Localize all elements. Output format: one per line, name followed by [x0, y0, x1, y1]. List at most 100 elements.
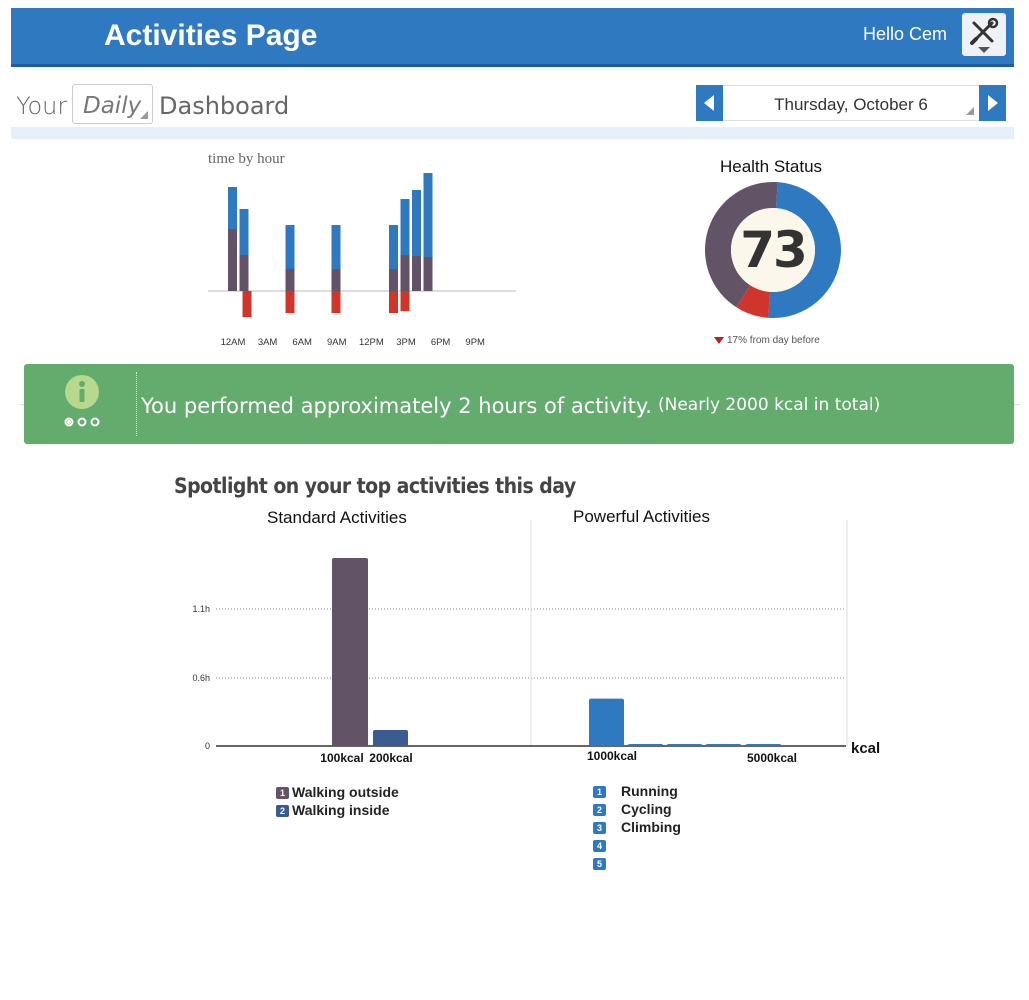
bar-segment: [412, 190, 421, 256]
x-tick-label: 100kcal: [320, 751, 363, 765]
time-by-hour-plot: 12AM 3AM 6AM 9AM 12PM 3PM 6PM 9PM: [208, 173, 516, 348]
banner-separator: [136, 372, 137, 436]
bar: [373, 730, 408, 746]
legend-item[interactable]: 2 Walking inside: [276, 802, 399, 820]
bar-segment: [331, 225, 341, 269]
health-score: 73: [740, 221, 806, 279]
select-corner-icon: [140, 111, 148, 119]
info-icon: [64, 375, 100, 427]
banner-message: You performed approximately 2 hours of a…: [141, 394, 652, 418]
date-navigator: Thursday, October 6: [696, 85, 1006, 121]
x-tick-label: 9AM: [327, 337, 347, 348]
x-tick-label: 5000kcal: [747, 751, 797, 765]
bar-segment: [331, 291, 341, 313]
bar-segment: [389, 269, 398, 291]
chart-title: time by hour: [208, 151, 285, 167]
next-day-button[interactable]: [979, 85, 1006, 121]
health-title: Health Status: [719, 157, 823, 176]
x-tick-label: 1000kcal: [587, 749, 637, 763]
legend-item[interactable]: 1 Walking outside: [276, 784, 399, 802]
period-select-value: Daily: [83, 93, 142, 119]
standard-legend: 1 Walking outside 2 Walking inside: [276, 784, 399, 820]
bar-segment: [400, 291, 410, 311]
select-corner-icon: [966, 107, 974, 115]
x-tick-label: 12AM: [221, 337, 246, 348]
bar-segment: [242, 291, 252, 317]
dashboard-prefix: Your: [16, 92, 68, 120]
bar: [706, 744, 741, 746]
bar: [332, 558, 368, 746]
powerful-legend: 1 Running 2 Cycling 3 Climbing 4 5: [593, 783, 681, 873]
legend-number: 2: [593, 804, 606, 816]
bar-segment: [400, 199, 410, 255]
bar-segment: [389, 291, 398, 313]
chevron-right-icon: [988, 95, 998, 111]
banner-sub-message: (Nearly 2000 kcal in total): [658, 395, 881, 415]
divider-strip: [11, 127, 1014, 139]
bar: [628, 743, 663, 746]
spotlight-chart: 0.6h 1.1h 0 100kcal 200kcal 1000kcal 5000kcal k…: [192, 520, 880, 765]
bar-segment: [285, 291, 295, 313]
page-title: Activities Page: [104, 19, 318, 52]
legend-item[interactable]: 4: [593, 837, 681, 855]
app-header: Activities Page Hello Cem: [11, 8, 1014, 67]
health-note-text: 17% from day before: [727, 335, 820, 346]
legend-item[interactable]: 3 Climbing: [593, 819, 681, 837]
bar-segment: [228, 229, 237, 291]
x-tick-label: 6PM: [431, 337, 451, 348]
settings-button[interactable]: [962, 13, 1006, 56]
legend-item[interactable]: 5: [593, 855, 681, 873]
chevron-left-icon: [704, 95, 714, 111]
bar-segment: [285, 269, 295, 291]
bar-segment: [400, 255, 410, 291]
x-tick-label: 3AM: [258, 337, 278, 348]
legend-number: 5: [593, 858, 606, 870]
bar: [667, 744, 702, 746]
activity-summary-banner: You performed approximately 2 hours of a…: [24, 364, 1014, 444]
bar-segment: [228, 187, 237, 229]
legend-label: Climbing: [621, 819, 681, 835]
legend-number: 3: [593, 822, 606, 834]
user-greeting: Hello Cem: [863, 24, 948, 44]
previous-day-button[interactable]: [696, 85, 723, 121]
health-donut: 73: [705, 182, 841, 318]
bar-segment: [389, 225, 398, 269]
date-select[interactable]: Thursday, October 6: [723, 85, 979, 121]
x-axis-label: kcal: [851, 740, 880, 757]
date-value: Thursday, October 6: [774, 95, 928, 114]
bar: [746, 744, 781, 746]
tools-icon: [970, 17, 999, 53]
y-tick-label: 1.1h: [192, 604, 210, 614]
legend-number: 4: [593, 840, 606, 852]
legend-label: Cycling: [621, 801, 672, 817]
legend-item[interactable]: 1 Running: [593, 783, 681, 801]
bar-segment: [285, 225, 295, 269]
period-select[interactable]: Daily: [72, 84, 153, 124]
time-by-hour-chart: time by hour 12AM 3AM 6AM 9AM 12PM 3PM 6PM 9PM: [200, 145, 530, 355]
y-tick-label: 0.6h: [192, 673, 210, 683]
bar-segment: [412, 256, 421, 291]
arrow-down-icon: [714, 337, 724, 344]
legend-number: 1: [593, 786, 606, 798]
bar-segment: [331, 269, 341, 291]
health-change-note: 17% from day before: [714, 335, 820, 346]
legend-label: Walking inside: [292, 802, 390, 818]
spotlight-title: Spotlight on your top activities this da…: [174, 474, 576, 498]
bar-segment: [423, 257, 433, 291]
legend-number: 2: [276, 805, 289, 817]
legend-item[interactable]: 2 Cycling: [593, 801, 681, 819]
legend-label: Running: [621, 783, 678, 799]
legend-label: Walking outside: [292, 784, 399, 800]
x-tick-label: 6AM: [292, 337, 312, 348]
legend-number: 1: [276, 787, 289, 799]
x-tick-label: 3PM: [396, 337, 416, 348]
bar: [589, 698, 624, 746]
bar-segment: [239, 255, 249, 291]
bar-segment: [423, 173, 433, 257]
bar-segment: [239, 209, 249, 255]
y-tick-label: 0: [205, 741, 210, 751]
x-tick-label: 200kcal: [369, 751, 412, 765]
dashboard-suffix: Dashboard: [159, 92, 290, 120]
x-tick-label: 12PM: [359, 337, 384, 348]
x-tick-label: 9PM: [465, 337, 485, 348]
